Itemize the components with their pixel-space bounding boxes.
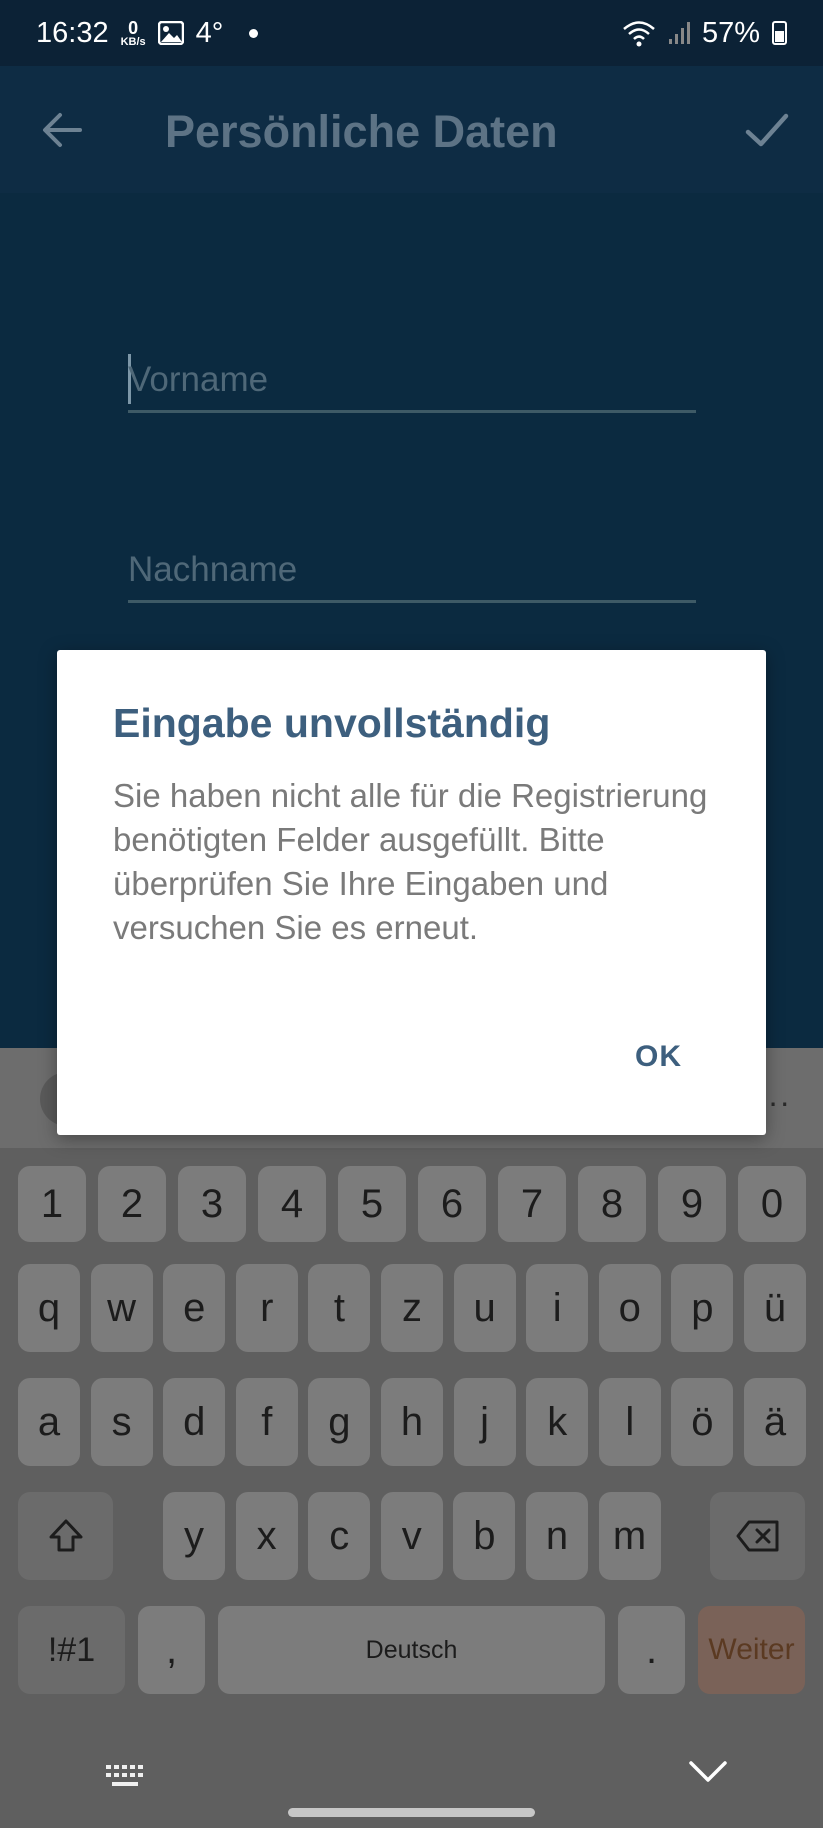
dialog-ok-button[interactable]: OK bbox=[635, 1040, 682, 1074]
dialog-title: Eingabe unvollständig bbox=[113, 700, 551, 746]
alert-dialog: Eingabe unvollständig Sie haben nicht al… bbox=[57, 650, 766, 1135]
dialog-message: Sie haben nicht alle für die Registrieru… bbox=[113, 777, 708, 946]
